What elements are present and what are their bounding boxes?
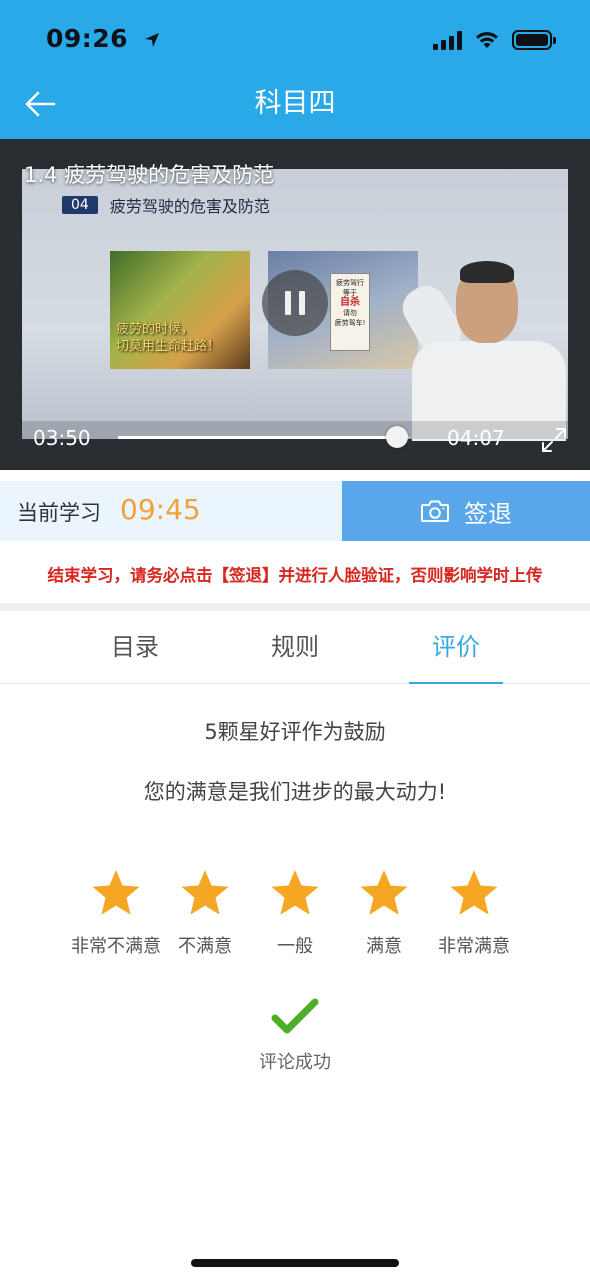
presenter-figure (395, 261, 566, 441)
rating-headline: 5颗星好评作为鼓励 (204, 720, 386, 744)
camera-icon (421, 500, 449, 522)
note-line: 疲劳驾车! (334, 319, 366, 327)
slide-note: 疲劳驾行 等于 自杀 请勿 疲劳驾车! (330, 273, 370, 351)
star-icon (181, 870, 229, 915)
slide-image-caption: 疲劳的时候， 切莫用生命赶路！ (116, 322, 221, 354)
star-option-very-satisfied[interactable]: 非常满意 (419, 868, 529, 958)
total-time: 04:07 (447, 426, 505, 450)
study-timer: 09:45 (120, 493, 201, 526)
progress-thumb[interactable] (385, 426, 408, 448)
fullscreen-icon (542, 428, 566, 452)
rating-subline: 您的满意是我们进步的最大动力! (143, 780, 447, 804)
success-text: 评论成功 (259, 1052, 331, 1073)
tab-rules[interactable]: 规则 (248, 611, 342, 684)
checkmark-icon (271, 998, 319, 1034)
star-icon (92, 870, 140, 915)
tab-catalog[interactable]: 目录 (88, 611, 182, 684)
study-status-bar: 当前学习 09:45 签退 (0, 481, 590, 541)
star-label: 非常满意 (438, 936, 510, 957)
study-label: 当前学习 (17, 501, 101, 525)
note-line: 请勿 (343, 309, 357, 317)
signout-warning: 结束学习，请务必点击【签退】并进行人脸验证，否则影响学时上传 (47, 566, 543, 585)
star-icon (271, 870, 319, 915)
location-arrow-icon (143, 26, 161, 55)
slide-title: 疲劳驾驶的危害及防范 (109, 197, 270, 216)
current-time: 03:50 (33, 426, 91, 450)
slide-heading: 04 疲劳驾驶的危害及防范 (62, 194, 270, 216)
star-icon (360, 870, 408, 915)
tab-review[interactable]: 评价 (409, 611, 503, 684)
section-divider (0, 603, 590, 611)
note-line: 等于 (343, 289, 357, 297)
status-time: 09:26 (46, 24, 161, 55)
status-indicators (433, 26, 556, 54)
progress-played (118, 436, 397, 439)
status-time-text: 09:26 (46, 24, 129, 53)
signout-button[interactable]: 签退 (342, 481, 590, 541)
slide-number: 04 (62, 196, 98, 214)
note-line: 疲劳驾行 (336, 279, 364, 287)
home-indicator[interactable] (191, 1259, 399, 1267)
page-title: 科目四 (254, 88, 336, 119)
slide-driving-image: 疲劳的时候， 切莫用生命赶路！ (110, 251, 250, 369)
app-header: 09:26 科目四 (0, 0, 590, 139)
signout-label: 签退 (464, 499, 512, 528)
pause-button[interactable] (262, 270, 328, 336)
pause-icon (285, 291, 291, 315)
cellular-signal-icon (433, 30, 462, 50)
video-player[interactable]: 04 疲劳驾驶的危害及防范 疲劳的时候， 切莫用生命赶路！ 疲劳驾行 等于 自杀… (0, 139, 590, 470)
study-status: 当前学习 09:45 (0, 481, 342, 541)
progress-bar[interactable] (118, 426, 410, 448)
wifi-icon (476, 32, 498, 48)
fullscreen-button[interactable] (540, 426, 568, 454)
review-success: 评论成功 (0, 998, 590, 1074)
tab-bar: 目录 规则 评价 (0, 611, 590, 684)
video-title: 1.4 疲劳驾驶的危害及防范 (24, 163, 275, 187)
star-rating: 非常不满意 不满意 一般 满意 非常满意 (0, 868, 590, 968)
star-icon (450, 870, 498, 915)
battery-icon (512, 30, 556, 50)
note-line-highlight: 自杀 (340, 297, 360, 308)
